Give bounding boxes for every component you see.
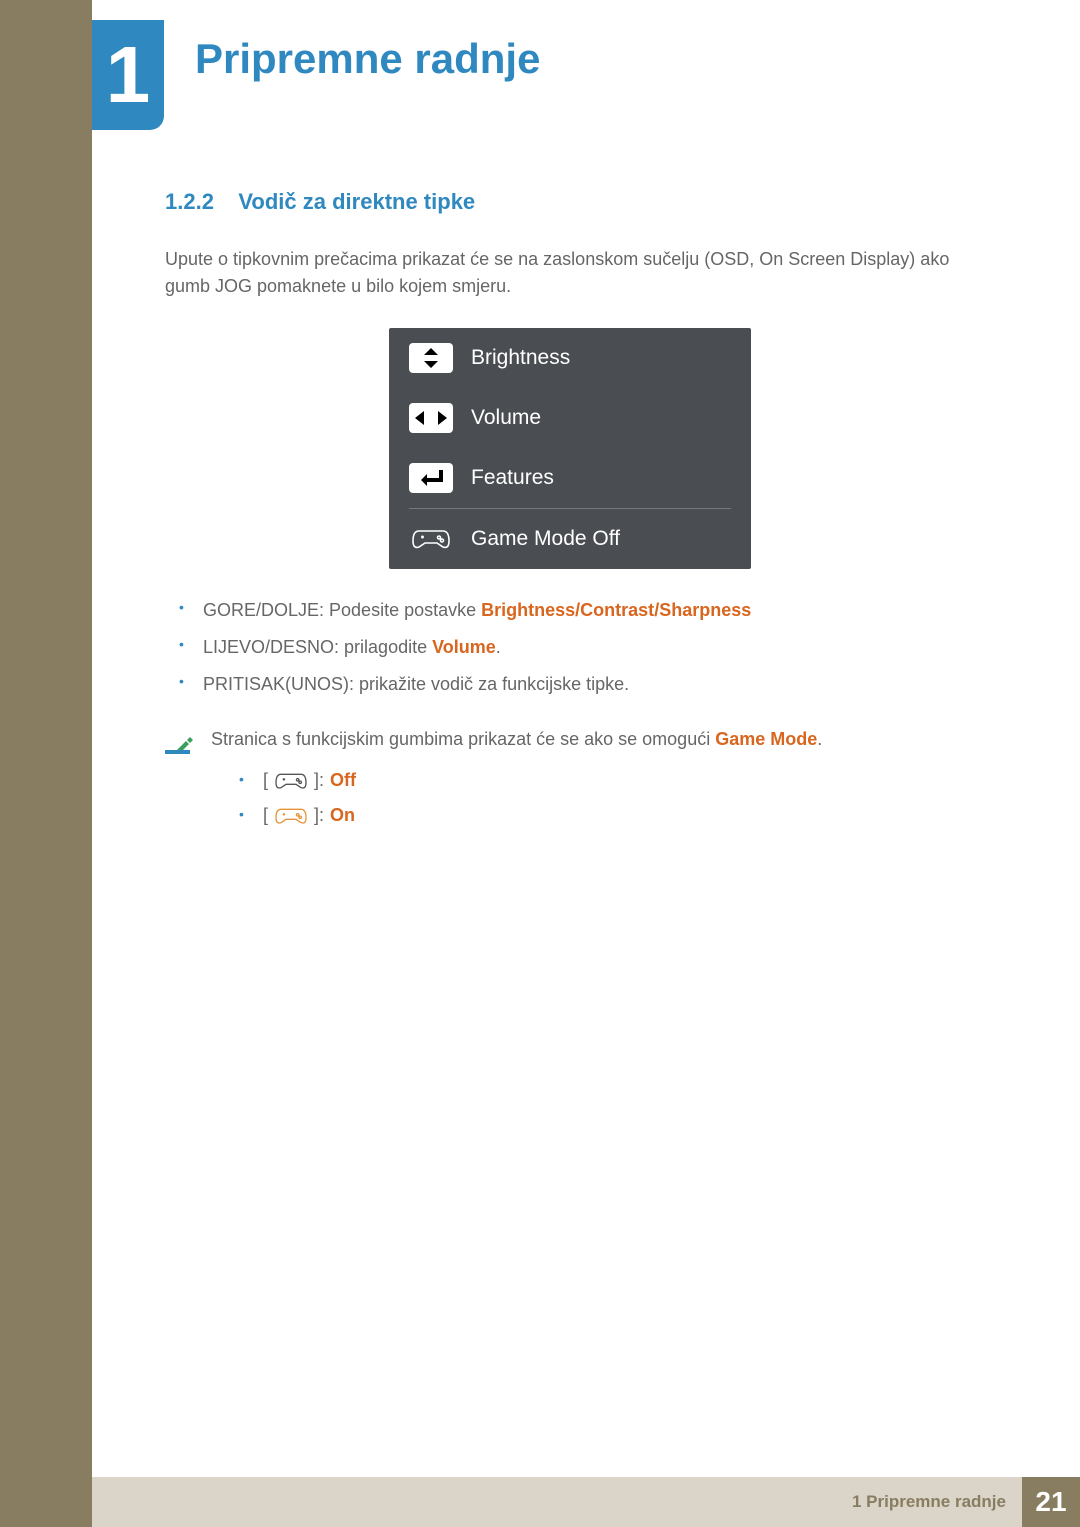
osd-panel: Brightness Volume Features Game Mode Off xyxy=(389,328,751,569)
osd-label: Volume xyxy=(471,402,541,434)
note-block: Stranica s funkcijskim gumbima prikazat … xyxy=(165,726,975,837)
note-body: Stranica s funkcijskim gumbima prikazat … xyxy=(211,726,975,837)
controller-orange-icon xyxy=(274,806,308,826)
controller-outline-icon xyxy=(274,771,308,791)
footer-chapter-label: 1 Pripremne radnje xyxy=(852,1492,1022,1512)
footer-page-number: 21 xyxy=(1022,1477,1080,1527)
enter-icon xyxy=(409,463,453,493)
chapter-number-badge: 1 xyxy=(92,20,164,130)
list-item: LIJEVO/DESNO: prilagodite Volume. xyxy=(175,634,975,661)
section-heading: 1.2.2 Vodič za direktne tipke xyxy=(165,185,975,218)
osd-row-volume: Volume xyxy=(389,388,751,448)
chapter-number: 1 xyxy=(106,35,151,115)
osd-row-brightness: Brightness xyxy=(389,328,751,388)
page-footer: 1 Pripremne radnje 21 xyxy=(92,1477,1080,1527)
chapter-title: Pripremne radnje xyxy=(195,35,540,83)
list-item: PRITISAK(UNOS): prikažite vodič za funkc… xyxy=(175,671,975,698)
bullet-list: GORE/DOLJE: Podesite postavke Brightness… xyxy=(165,597,975,698)
osd-row-features: Features xyxy=(389,448,751,508)
osd-label: Brightness xyxy=(471,342,570,374)
page-content: 1.2.2 Vodič za direktne tipke Upute o ti… xyxy=(165,185,975,837)
updown-icon xyxy=(409,343,453,373)
list-item: [ ]: On xyxy=(239,802,975,829)
osd-row-gamemode: Game Mode Off xyxy=(389,509,751,569)
section-intro: Upute o tipkovnim prečacima prikazat će … xyxy=(165,246,975,300)
controller-icon xyxy=(409,524,453,554)
note-sublist: [ ]: Off [ ]: On xyxy=(211,767,975,829)
section-number: 1.2.2 xyxy=(165,189,214,214)
list-item: GORE/DOLJE: Podesite postavke Brightness… xyxy=(175,597,975,624)
section-title: Vodič za direktne tipke xyxy=(238,189,475,214)
list-item: [ ]: Off xyxy=(239,767,975,794)
left-margin-stripe xyxy=(0,0,92,1527)
osd-label: Game Mode Off xyxy=(471,523,620,555)
leftright-icon xyxy=(409,403,453,433)
note-icon xyxy=(165,726,193,754)
osd-label: Features xyxy=(471,462,554,494)
